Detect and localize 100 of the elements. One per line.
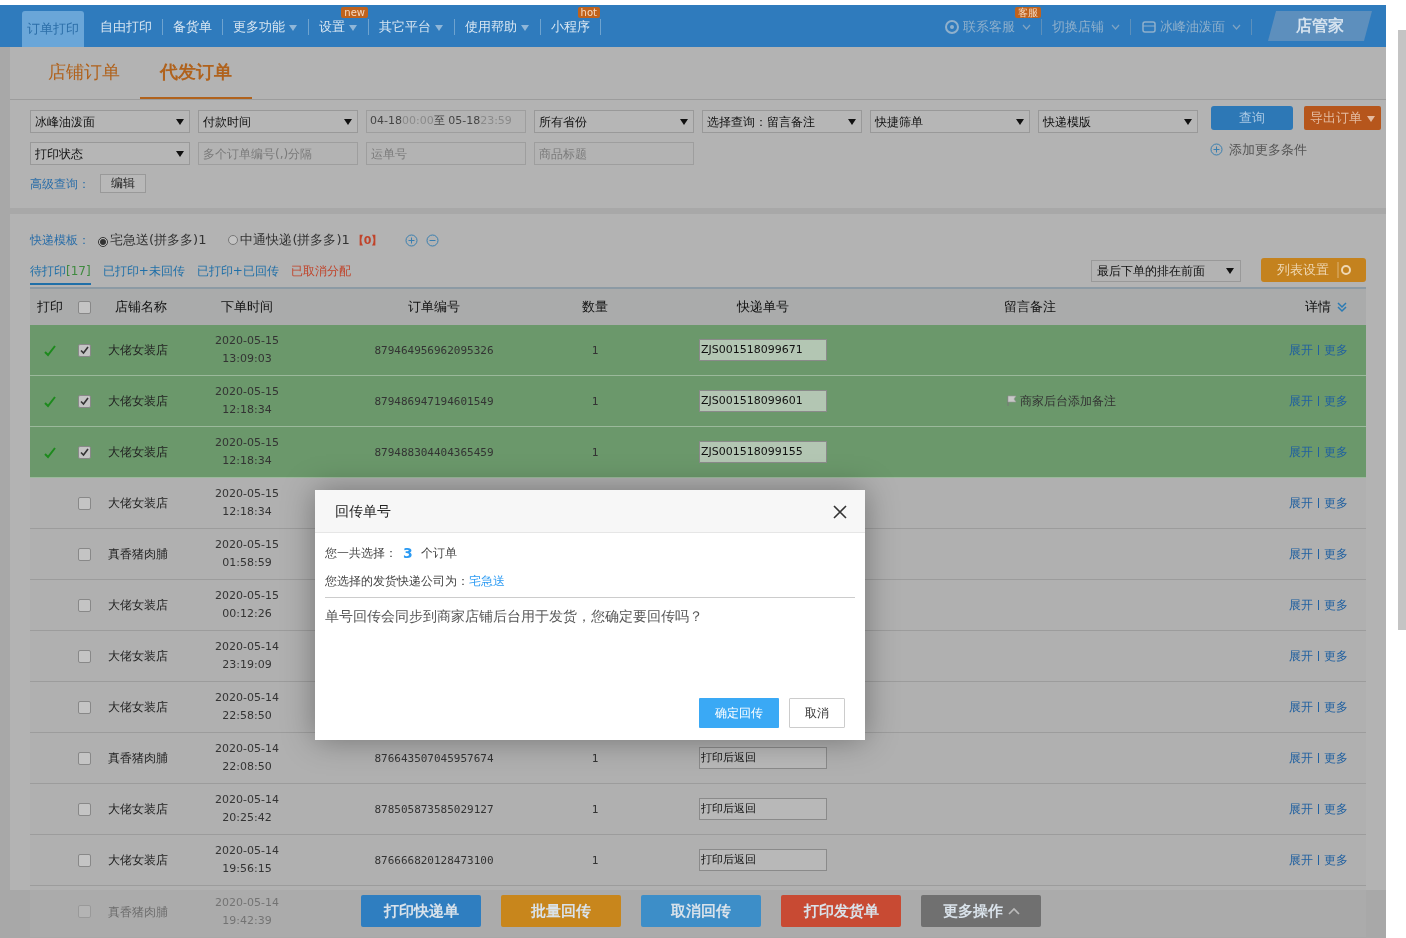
row-checkbox[interactable] (77, 547, 91, 561)
caret-icon (343, 116, 353, 127)
expand-link[interactable]: 展开 (1289, 494, 1313, 512)
row-checkbox[interactable] (77, 496, 91, 510)
scrollbar[interactable] (1398, 30, 1406, 630)
status-tab[interactable]: 已打印+已回传 (196, 262, 279, 285)
table-row[interactable]: 大佬女装店 2020-05-15 12:18:34 879488304404365459 1 ZJS001518099155 展开 更多 (30, 427, 1366, 478)
quantity: 1 (591, 853, 599, 867)
sort-select[interactable]: 最后下单的排在前面 (1091, 260, 1241, 282)
filter-select[interactable]: 付款时间 (198, 110, 358, 133)
add-conditions-link[interactable]: 添加更多条件 (1229, 140, 1307, 160)
nav-tab[interactable]: 使用帮助 (455, 19, 541, 35)
nav-tab[interactable]: 更多功能 (223, 19, 309, 35)
caret-icon (847, 116, 857, 127)
expand-link[interactable]: 展开 (1289, 800, 1313, 818)
tracking-field[interactable]: ZJS001518099601 (699, 390, 827, 412)
order-number: 879464956962095326 (374, 343, 494, 357)
confirm-button[interactable]: 确定回传 (699, 698, 779, 728)
order-time: 12:18:34 (221, 453, 273, 469)
expand-link[interactable]: 展开 (1289, 341, 1313, 359)
action-button[interactable]: 更多操作 (921, 895, 1041, 927)
caret-icon (1366, 114, 1376, 124)
filter-select[interactable]: 冰峰油泼面 (30, 110, 190, 133)
action-button[interactable]: 打印快递单 (361, 895, 481, 927)
expand-link[interactable]: 展开 (1289, 545, 1313, 563)
store-name: 真香猪肉脯 (107, 546, 169, 563)
store-name: 大佬女装店 (107, 801, 169, 818)
more-link[interactable]: 更多 (1324, 596, 1348, 614)
expand-link[interactable]: 展开 (1289, 392, 1313, 410)
table-row[interactable]: 大佬女装店 2020-05-15 12:18:34 879486947194601549 1 ZJS001518099601 商家后台添加备注 展开 更多 (30, 376, 1366, 427)
more-link[interactable]: 更多 (1324, 392, 1348, 410)
more-link[interactable]: 更多 (1324, 494, 1348, 512)
row-checkbox[interactable] (77, 700, 91, 714)
more-link[interactable]: 更多 (1324, 800, 1348, 818)
store-name: 真香猪肉脯 (107, 903, 169, 921)
tracking-field[interactable]: ZJS001518099671 (699, 339, 827, 361)
status-tab[interactable]: 已取消分配 (290, 262, 351, 285)
order-number: 879486947194601549 (374, 394, 494, 408)
expand-link[interactable]: 展开 (1289, 749, 1313, 767)
edit-button[interactable]: 编辑 (100, 174, 146, 193)
caret-icon (175, 116, 185, 127)
list-settings-button[interactable]: 列表设置 (1261, 258, 1366, 282)
select-all-checkbox[interactable] (77, 300, 91, 314)
row-checkbox[interactable] (77, 445, 91, 459)
template-radio[interactable]: 中通快递(拼多多)1 【0】 (228, 230, 383, 250)
action-button[interactable]: 取消回传 (641, 895, 761, 927)
column-header: 订单编号 (407, 298, 461, 317)
row-checkbox[interactable] (77, 853, 91, 867)
more-link[interactable]: 更多 (1324, 545, 1348, 563)
expand-link[interactable]: 展开 (1289, 647, 1313, 665)
status-tab[interactable]: 已打印+未回传 (102, 262, 185, 285)
nav-tab[interactable]: 订单打印 (22, 11, 84, 47)
nav-link[interactable]: 切换店铺 (1042, 19, 1131, 35)
tracking-field[interactable]: 打印后返回 (699, 798, 827, 820)
radio-button[interactable] (98, 237, 108, 248)
row-checkbox[interactable] (77, 751, 91, 765)
filter-select[interactable]: 快递模版 (1038, 110, 1198, 133)
action-button[interactable]: 打印发货单 (781, 895, 901, 927)
table-row[interactable]: 大佬女装店 2020-05-15 13:09:03 879464956962095326 1 ZJS001518099671 展开 更多 (30, 325, 1366, 376)
template-radio[interactable]: 宅急送(拼多多)1 (98, 230, 207, 250)
tracking-field[interactable]: 打印后返回 (699, 849, 827, 871)
more-link[interactable]: 更多 (1324, 698, 1348, 716)
expand-link[interactable]: 展开 (1289, 698, 1313, 716)
expand-link[interactable]: 展开 (1289, 596, 1313, 614)
nav-tab[interactable]: 备货单 (163, 19, 223, 35)
column-header: 打印 (36, 298, 64, 317)
filter-select[interactable]: 所有省份 (534, 110, 694, 133)
more-link[interactable]: 更多 (1324, 341, 1348, 359)
cancel-button[interactable]: 取消 (789, 698, 845, 728)
order-date: 2020-05-15 (214, 435, 280, 451)
row-checkbox[interactable] (77, 802, 91, 816)
order-time: 12:18:34 (221, 402, 273, 418)
more-link[interactable]: 更多 (1324, 749, 1348, 767)
filter-select[interactable]: 打印状态 (30, 142, 190, 165)
filter-select[interactable]: 快捷筛单 (870, 110, 1030, 133)
nav-link[interactable]: 冰峰油泼面 (1131, 19, 1252, 35)
order-time: 19:56:15 (221, 861, 273, 877)
more-link[interactable]: 更多 (1324, 647, 1348, 665)
radio-button[interactable] (228, 235, 239, 246)
expand-link[interactable]: 展开 (1289, 851, 1313, 869)
nav-tab[interactable]: 自由打印 (90, 19, 163, 35)
order-date: 2020-05-14 (214, 741, 280, 757)
export-button[interactable]: 导出订单 (1304, 106, 1381, 130)
tracking-field[interactable]: 打印后返回 (699, 747, 827, 769)
row-checkbox[interactable] (77, 649, 91, 663)
more-link[interactable]: 更多 (1324, 443, 1348, 461)
nav-tab[interactable]: 其它平台 (369, 19, 455, 35)
more-link[interactable]: 更多 (1324, 851, 1348, 869)
row-checkbox[interactable] (77, 598, 91, 612)
order-tab[interactable]: 店铺订单 (28, 49, 140, 99)
confirm-message: 单号回传会同步到商家店铺后台用于发货，您确定要回传吗？ (325, 597, 855, 627)
search-button[interactable]: 查询 (1211, 106, 1293, 130)
row-checkbox[interactable] (77, 343, 91, 357)
tracking-field[interactable]: ZJS001518099155 (699, 441, 827, 463)
expand-link[interactable]: 展开 (1289, 443, 1313, 461)
row-checkbox[interactable] (77, 394, 91, 408)
status-tab[interactable]: 待打印[17] (30, 262, 91, 285)
action-button[interactable]: 批量回传 (501, 895, 621, 927)
filter-select[interactable]: 选择查询：留言备注 (702, 110, 862, 133)
order-time: 22:58:50 (221, 708, 273, 724)
